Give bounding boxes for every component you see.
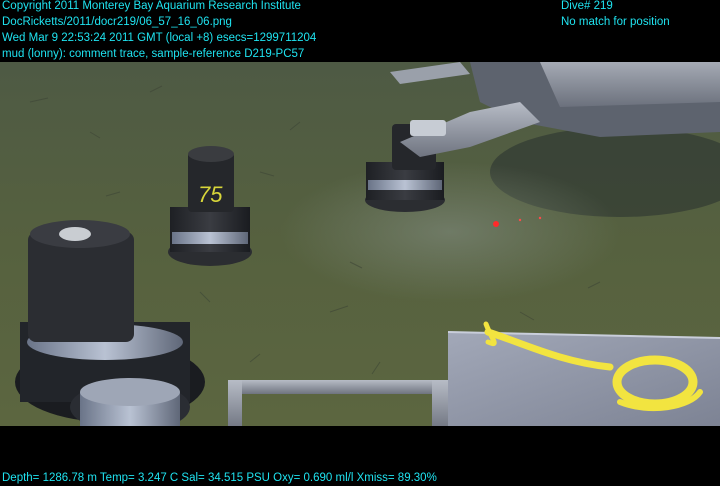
dive-number: Dive# 219 xyxy=(561,0,613,12)
position-status: No match for position xyxy=(561,16,670,28)
seafloor-image: 75 xyxy=(0,62,720,426)
copyright-line: Copyright 2011 Monterey Bay Aquarium Res… xyxy=(2,0,301,12)
comment-line: mud (lonny): comment trace, sample-refer… xyxy=(2,48,305,60)
sensor-readout: Depth= 1286.78 m Temp= 3.247 C Sal= 34.5… xyxy=(2,472,437,484)
seafloor-scene: 75 xyxy=(0,62,720,426)
push-core-bottom xyxy=(70,378,190,426)
sample-tray xyxy=(447,331,720,426)
core-label: 75 xyxy=(198,182,223,207)
laser-dot xyxy=(518,218,522,222)
timestamp-line: Wed Mar 9 22:53:24 2011 GMT (local +8) e… xyxy=(2,32,317,44)
video-frame: 75 Copyright 2011 Monterey Bay Aquarium … xyxy=(0,0,720,486)
laser-dot xyxy=(493,221,499,227)
header-info: Copyright 2011 Monterey Bay Aquarium Res… xyxy=(2,0,316,62)
sediment-cloud xyxy=(280,162,620,302)
laser-dot xyxy=(538,216,542,220)
dive-info: Dive# 219 No match for position xyxy=(561,0,670,30)
file-path-line: DocRicketts/2011/docr219/06_57_16_06.png xyxy=(2,16,232,28)
